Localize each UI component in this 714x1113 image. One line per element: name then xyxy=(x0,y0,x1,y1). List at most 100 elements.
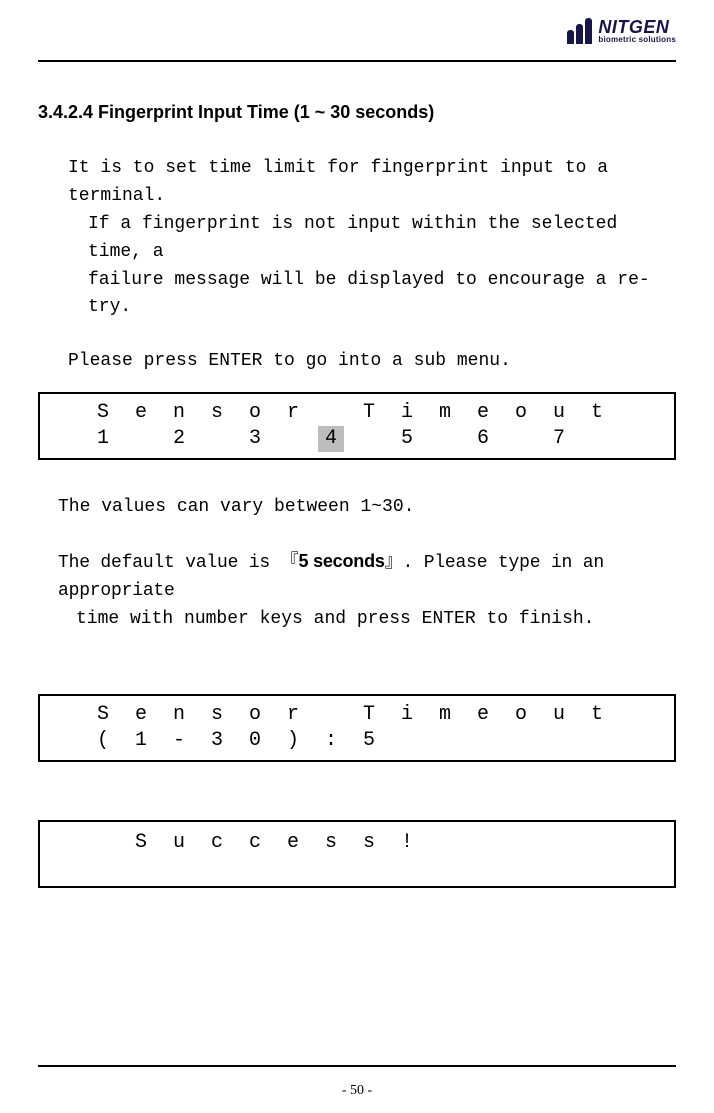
lcd-cell xyxy=(464,830,502,856)
para4-pre: The default value is xyxy=(58,553,281,573)
lcd-cell: u xyxy=(540,702,578,728)
lcd-cell: s xyxy=(198,702,236,728)
section-title: 3.4.2.4 Fingerprint Input Time (1 ~ 30 s… xyxy=(38,102,676,123)
para4-bold: 5 seconds xyxy=(298,551,384,571)
lcd-cell: c xyxy=(236,830,274,856)
paragraph-4-line-1: The default value is 『5 seconds』. Please… xyxy=(58,548,676,606)
lcd-cell: s xyxy=(350,830,388,856)
lcd-cell: 5 xyxy=(388,426,426,452)
lcd-cell: e xyxy=(464,702,502,728)
lcd-cell xyxy=(578,728,616,754)
lcd-cell: e xyxy=(122,400,160,426)
lcd-cell: s xyxy=(312,830,350,856)
lcd-cell: ! xyxy=(388,830,426,856)
lcd-cell: ) xyxy=(274,728,312,754)
lcd-cell: : xyxy=(312,728,350,754)
lcd-cell: S xyxy=(122,830,160,856)
lcd-cell: 4 xyxy=(312,426,350,452)
lcd-cell: n xyxy=(160,400,198,426)
lcd-cell xyxy=(46,426,84,452)
lcd3-row1: Success! xyxy=(40,830,674,856)
lcd-cell xyxy=(274,426,312,452)
lcd-cell xyxy=(502,728,540,754)
lcd-cell: 3 xyxy=(236,426,274,452)
lcd-cell: e xyxy=(274,830,312,856)
lcd-cell xyxy=(540,728,578,754)
lcd2-row1: Sensor Timeout xyxy=(40,702,674,728)
lcd-cell xyxy=(312,400,350,426)
lcd-cell: o xyxy=(236,400,274,426)
lcd-cell xyxy=(122,426,160,452)
lcd-display-1: Sensor Timeout 1 2 3 4 5 6 7 xyxy=(38,392,676,460)
lcd-cell xyxy=(84,830,122,856)
lcd-cell: 1 xyxy=(122,728,160,754)
lcd-cell: n xyxy=(160,702,198,728)
lcd-cell: r xyxy=(274,400,312,426)
lcd-cell xyxy=(426,830,464,856)
lcd-cell: u xyxy=(540,400,578,426)
lcd-display-3: Success! xyxy=(38,820,676,888)
lcd-cell xyxy=(46,702,84,728)
lcd-cell: T xyxy=(350,702,388,728)
lcd-cell: 3 xyxy=(198,728,236,754)
paragraph-4-line-2: time with number keys and press ENTER to… xyxy=(76,606,676,634)
lcd-cell xyxy=(46,728,84,754)
lcd-cell: e xyxy=(464,400,502,426)
lcd-cell: m xyxy=(426,400,464,426)
lcd-cell xyxy=(502,830,540,856)
paragraph-3: The values can vary between 1~30. xyxy=(58,494,676,522)
lcd-cell: o xyxy=(236,702,274,728)
paragraph-1-line-3: failure message will be displayed to enc… xyxy=(88,267,676,323)
paragraph-1-line-1: It is to set time limit for fingerprint … xyxy=(68,155,676,211)
paragraph-2: Please press ENTER to go into a sub menu… xyxy=(68,348,676,376)
lcd-cell xyxy=(350,426,388,452)
logo-sub-text: biometric solutions xyxy=(598,36,676,44)
lcd1-row1: Sensor Timeout xyxy=(40,400,674,426)
lcd-cell: 7 xyxy=(540,426,578,452)
brand-logo: NITGEN biometric solutions xyxy=(567,18,676,44)
lcd-cell: ( xyxy=(84,728,122,754)
lcd-cell: 5 xyxy=(350,728,388,754)
lcd-cell: c xyxy=(198,830,236,856)
lcd-cell xyxy=(388,728,426,754)
lcd-cell: 0 xyxy=(236,728,274,754)
lcd-cell xyxy=(46,400,84,426)
lcd-cell xyxy=(578,830,616,856)
lcd-cell: o xyxy=(502,400,540,426)
lcd-cell: S xyxy=(84,400,122,426)
lcd-cell xyxy=(464,728,502,754)
paragraph-1-line-2: If a fingerprint is not input within the… xyxy=(88,211,676,267)
lcd-cell xyxy=(46,830,84,856)
lcd-cell: u xyxy=(160,830,198,856)
lcd-cell: 1 xyxy=(84,426,122,452)
lcd-cell: i xyxy=(388,702,426,728)
lcd-cell: m xyxy=(426,702,464,728)
lcd-cell xyxy=(426,426,464,452)
lcd2-row2: (1-30):5 xyxy=(40,728,674,754)
lcd-cell: S xyxy=(84,702,122,728)
lcd-cell: i xyxy=(388,400,426,426)
lcd-cell: 2 xyxy=(160,426,198,452)
lcd-selected-value: 4 xyxy=(318,426,344,452)
lcd-cell xyxy=(540,830,578,856)
lcd-cell xyxy=(312,702,350,728)
lcd-cell: o xyxy=(502,702,540,728)
nitgen-bars-icon xyxy=(567,18,592,44)
lcd-cell xyxy=(502,426,540,452)
lcd-cell: t xyxy=(578,702,616,728)
lcd-cell xyxy=(578,426,616,452)
page-number: - 50 - xyxy=(0,1083,714,1099)
quote-close-icon: 』 xyxy=(385,553,403,573)
lcd-display-2: Sensor Timeout (1-30):5 xyxy=(38,694,676,762)
lcd1-row2: 1 2 3 4 5 6 7 xyxy=(40,426,674,452)
footer-rule xyxy=(38,1065,676,1067)
lcd-cell: 6 xyxy=(464,426,502,452)
header-logo-area: NITGEN biometric solutions xyxy=(38,0,676,54)
lcd-cell: T xyxy=(350,400,388,426)
lcd-cell: - xyxy=(160,728,198,754)
lcd-cell: t xyxy=(578,400,616,426)
quote-open-icon: 『 xyxy=(281,553,299,573)
logo-main-text: NITGEN xyxy=(598,18,676,36)
lcd-cell: s xyxy=(198,400,236,426)
lcd-cell xyxy=(426,728,464,754)
